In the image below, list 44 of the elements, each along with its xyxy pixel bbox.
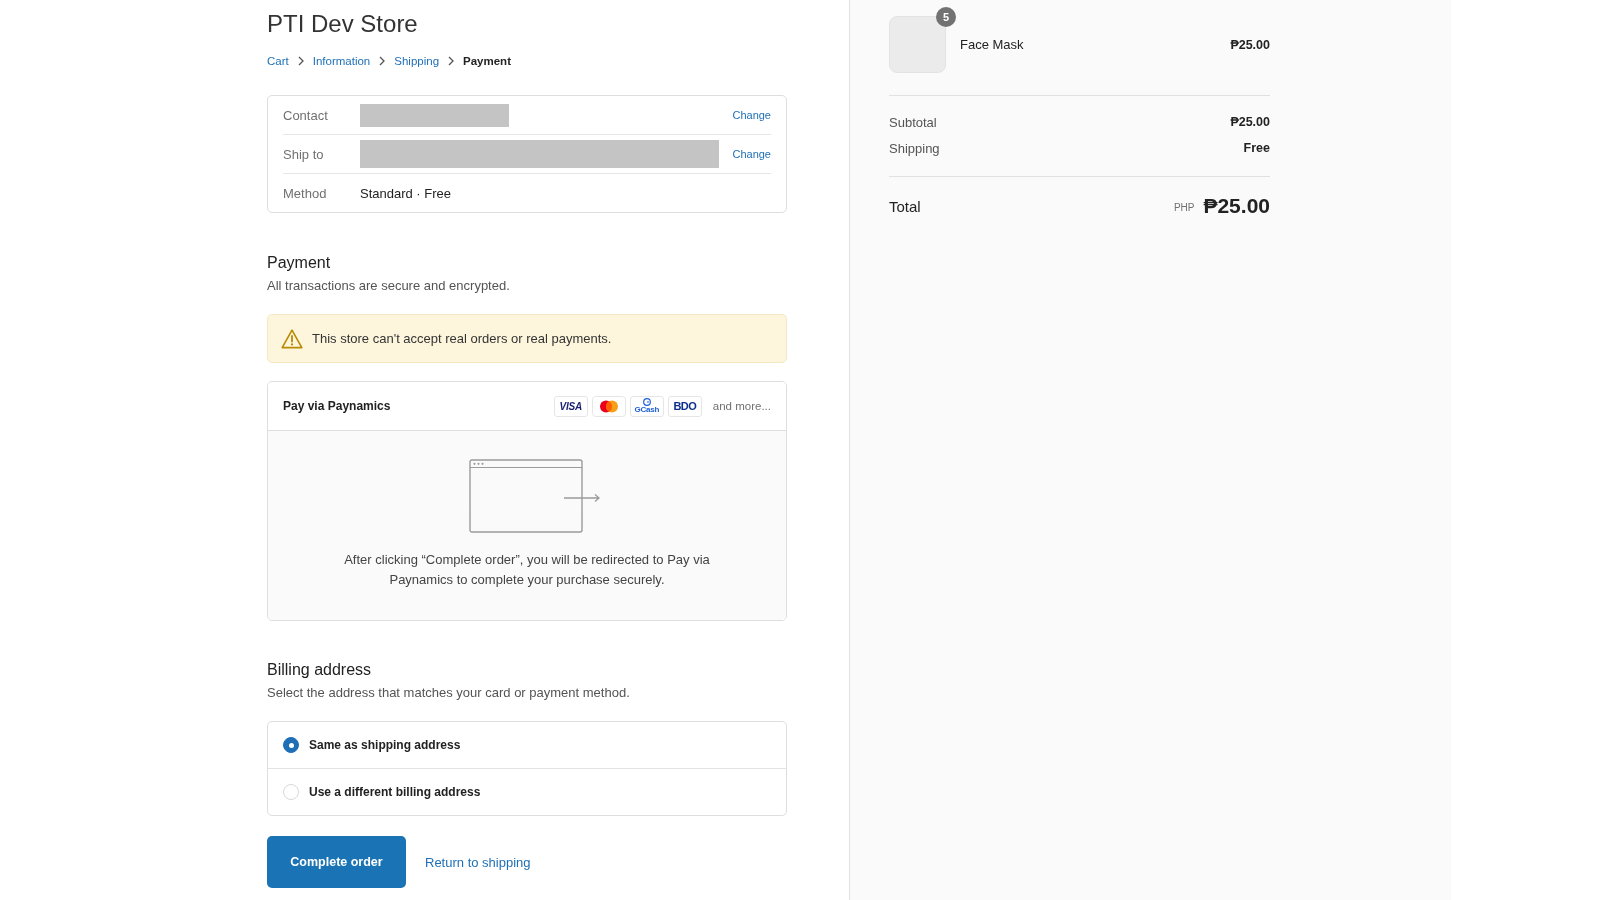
item-price: ₱25.00	[1230, 37, 1270, 52]
warning-text: This store can't accept real orders or real payments.	[312, 331, 612, 346]
return-link[interactable]: Return to shipping	[425, 854, 531, 870]
logo-text: GCash	[634, 406, 660, 414]
browser-window-arrow-icon	[469, 459, 601, 533]
card-logo: VISA	[553, 395, 588, 417]
section-subtitle: Select the address that matches your card or payment method.	[267, 684, 631, 702]
warning-icon	[281, 328, 303, 349]
change-link[interactable]: Change	[732, 109, 771, 121]
redirect-note: After clicking “Complete order”, you will be redirected to Pay via Paynamics to complete your purchase securely.	[343, 551, 711, 589]
total-label: Total	[889, 197, 921, 215]
review-label: Ship to	[283, 146, 325, 162]
summary-value: Free	[1243, 141, 1270, 155]
chevron-right-icon	[379, 56, 386, 66]
store-title: PTI Dev Store	[267, 9, 419, 39]
summary-value: ₱25.00	[1230, 115, 1270, 129]
item-name: Face Mask	[960, 37, 1024, 52]
overlapping-circles-icon	[591, 395, 626, 417]
change-link[interactable]: Change	[732, 148, 771, 160]
quantity-badge: 5	[936, 7, 956, 27]
complete-order-button[interactable]: Complete order	[267, 836, 406, 888]
section-title: Payment	[267, 253, 332, 273]
more-methods-text: and more...	[712, 400, 771, 412]
breadcrumb-item[interactable]: Payment	[463, 53, 511, 69]
payment-method-title: Pay via Paynamics	[283, 399, 391, 413]
currency-code: PHP	[1173, 201, 1195, 213]
breadcrumb-item[interactable]: Information	[312, 53, 371, 69]
breadcrumb-item[interactable]: Shipping	[394, 53, 440, 69]
section-subtitle: All transactions are secure and encrypted.	[267, 277, 511, 295]
option-label: Same as shipping address	[309, 738, 461, 752]
chevron-right-icon	[448, 56, 455, 66]
g-circle-icon	[642, 398, 651, 406]
chevron-right-icon	[297, 56, 304, 66]
review-value: Standard · Free	[360, 185, 452, 201]
card-logo: BDO	[667, 395, 702, 417]
summary-label: Shipping	[889, 140, 940, 156]
radio-button[interactable]	[283, 737, 299, 753]
breadcrumb-item[interactable]: Cart	[267, 53, 289, 69]
option-label: Use a different billing address	[309, 785, 481, 799]
review-label: Method	[283, 185, 328, 201]
section-title: Billing address	[267, 660, 373, 680]
total-value: ₱25.00	[1203, 194, 1270, 218]
summary-label: Subtotal	[889, 114, 937, 130]
review-label: Contact	[283, 107, 329, 123]
